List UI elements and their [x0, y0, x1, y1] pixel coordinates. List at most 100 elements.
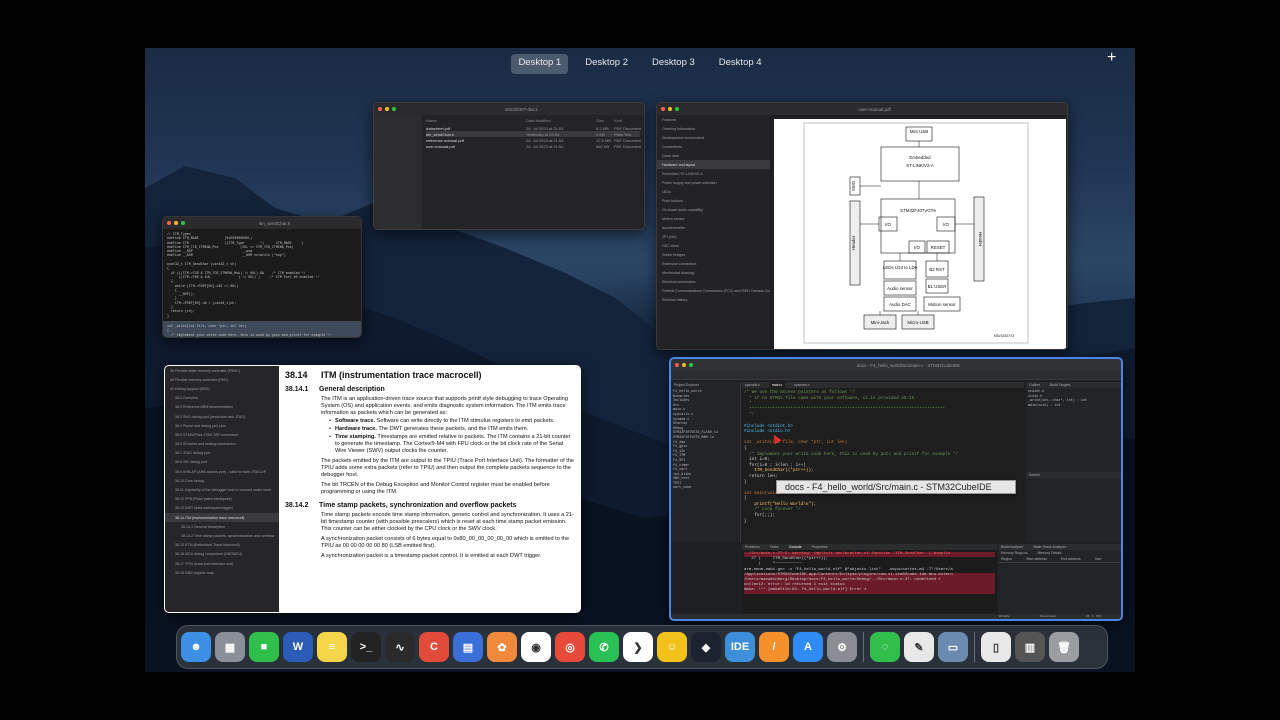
launchpad-icon[interactable]: ▦ [215, 632, 245, 662]
desktop-1-thumb[interactable]: Desktop 1 [511, 54, 569, 74]
tab-outline[interactable]: Outline [1026, 382, 1043, 388]
toc-item[interactable]: 38 Flexible static memory controller (FS… [165, 366, 279, 375]
document-icon[interactable]: ▯ [981, 632, 1011, 662]
chrome-icon[interactable]: ◎ [555, 632, 585, 662]
toc-item[interactable]: 38.12 FPB (Flash patch breakpoint) [165, 495, 279, 504]
desktop-4-thumb[interactable]: Desktop 4 [712, 54, 769, 74]
cyberduck-icon[interactable]: ☺ [657, 632, 687, 662]
toc-item[interactable]: 38.15 ETM (Embedded Trace Macrocell) [165, 541, 279, 550]
toc-item[interactable]: 38.9 AHB-AP (AHB access port) - valid fo… [165, 467, 279, 476]
zoom-icon[interactable] [181, 221, 185, 225]
toc-item[interactable]: Extension connectors [657, 259, 770, 268]
toc-item[interactable]: Push buttons [657, 196, 770, 205]
toc-item[interactable]: LEDs [657, 187, 770, 196]
header-file-code[interactable]: // ITM_Types #define ITM_BASE (0xE000000… [163, 229, 361, 321]
toc-item[interactable]: Embedded ST-LINK/V2-A [657, 169, 770, 178]
zoom-icon[interactable] [675, 107, 679, 111]
source-code[interactable]: /* We use the access pointers as follows… [742, 388, 1024, 524]
toc-item[interactable]: 38.14.2 Time stamp packets, synchronizat… [165, 531, 279, 540]
tab-search[interactable]: Search [1026, 472, 1121, 479]
finder-titlebar[interactable]: stm32f407-disc1 [374, 103, 644, 115]
cubemx-icon[interactable]: ◆ [691, 632, 721, 662]
selected-code-block[interactable]: int _write(int file, char *ptr, int len)… [163, 320, 361, 337]
tab-console[interactable]: Console [786, 544, 805, 550]
minimize-icon[interactable] [385, 107, 389, 111]
activity-monitor-icon[interactable]: ∿ [385, 632, 415, 662]
toc-item[interactable]: 38.1 Overview [165, 394, 279, 403]
toc-item[interactable]: 38.16 MCU debug component (DBGMCU) [165, 550, 279, 559]
toc-item[interactable]: Quick start [657, 151, 770, 160]
toc-item[interactable]: Ordering information [657, 124, 770, 133]
tab-properties[interactable]: Properties [809, 544, 831, 550]
toc-item[interactable]: 38.13 DWT (data watchpoint trigger) [165, 504, 279, 513]
tab-tasks[interactable]: Tasks [767, 544, 782, 550]
toc-item[interactable]: 38.4 Pinout and debug port pins [165, 421, 279, 430]
notes-icon[interactable]: ≡ [317, 632, 347, 662]
system-preferences-icon[interactable]: ⚙ [827, 632, 857, 662]
minimize-icon[interactable] [174, 221, 178, 225]
toc-item[interactable]: Electrical schematics [657, 277, 770, 286]
toc-item[interactable]: Development environment [657, 133, 770, 142]
toc-item[interactable]: 38.2 Reference ARM documentation [165, 403, 279, 412]
tab-problems[interactable]: Problems [742, 544, 763, 550]
close-icon[interactable] [167, 221, 171, 225]
toolbox-icon[interactable]: ▤ [453, 632, 483, 662]
project-explorer[interactable]: Project Explorer F4_hello_world Binaries… [671, 382, 741, 542]
facetime-icon[interactable]: ■ [249, 632, 279, 662]
sublime-icon[interactable]: / [759, 632, 789, 662]
toc-item[interactable]: 38.14.1 General description [165, 522, 279, 531]
add-desktop-button[interactable]: + [1107, 49, 1116, 67]
toc-item[interactable]: Features [657, 115, 770, 124]
desktop-3-thumb[interactable]: Desktop 3 [645, 54, 702, 74]
file-row[interactable]: user-manual.pdf 26. Jul 2023 at 21:52 660 … [426, 143, 641, 149]
ide-titlebar[interactable]: docs - F4_hello_world/Src/main.c - STM32… [671, 359, 1121, 371]
toc-item[interactable]: Mechanical drawing [657, 268, 770, 277]
project-tree[interactable]: F4_hello_world Binaries Includes Src mai… [671, 388, 740, 493]
toc-item[interactable]: On-board audio capability [657, 205, 770, 214]
close-icon[interactable] [661, 107, 665, 111]
close-icon[interactable] [378, 107, 382, 111]
tab-sysmem[interactable]: sysmem.c [791, 382, 813, 388]
trash-icon[interactable]: 🗑 [1049, 632, 1079, 662]
close-icon[interactable] [675, 363, 679, 367]
toc-item[interactable]: Solder bridges [657, 250, 770, 259]
terminal-icon[interactable]: >_ [351, 632, 381, 662]
ide-icon[interactable]: IDE [725, 632, 755, 662]
tab-syscalls[interactable]: syscalls.c [742, 382, 763, 388]
toc-item[interactable]: 38.5 STM32F4xx JTAG TAP connection [165, 430, 279, 439]
downloads-icon[interactable]: ▥ [1015, 632, 1045, 662]
toc-item[interactable]: OSC clock [657, 241, 770, 250]
toc-item[interactable]: JP1 (Idd) [657, 232, 770, 241]
finder-window[interactable]: stm32f407-disc1 Name Date Modified Size … [373, 102, 645, 230]
toc-item[interactable]: 40 Debug support (DBG) [165, 384, 279, 393]
console-panel[interactable]: Problems Tasks Console Properties ../Src… [742, 544, 997, 619]
messages-icon[interactable]: ◌ [870, 632, 900, 662]
preview-icon[interactable]: ▭ [938, 632, 968, 662]
ide-toolbar[interactable] [671, 371, 1121, 380]
toc-item[interactable]: 38.18 DBG register map [165, 568, 279, 577]
toc-item[interactable]: Hardware and layout [657, 160, 770, 169]
photos-icon[interactable]: ✿ [487, 632, 517, 662]
toc-item[interactable]: Conventions [657, 142, 770, 151]
reference-toc-sidebar[interactable]: 38 Flexible static memory controller (FS… [165, 366, 279, 612]
toc-item[interactable]: 38.8 SW debug port [165, 458, 279, 467]
whatsapp-icon[interactable]: ✆ [589, 632, 619, 662]
outline-panel[interactable]: Outline Build Targets stdint.h stdio.h _… [1026, 382, 1121, 542]
ccleaner-icon[interactable]: C [419, 632, 449, 662]
toc-item[interactable]: 38.10 Core debug [165, 476, 279, 485]
code-editor[interactable]: syscalls.c main.c sysmem.c /* We use the… [742, 382, 1024, 542]
toc-item[interactable]: Revision history [657, 295, 770, 304]
pdf-titlebar[interactable]: user-manual.pdf [657, 103, 1067, 115]
toc-item[interactable]: 38.11 Capability of the debugger host to… [165, 485, 279, 494]
vscode-icon[interactable]: ❯ [623, 632, 653, 662]
pdf-viewer-window[interactable]: user-manual.pdf Features Ordering informa… [656, 102, 1068, 350]
app-store-icon[interactable]: A [793, 632, 823, 662]
word-icon[interactable]: W [283, 632, 313, 662]
toc-item[interactable]: 38.14 ITM (instrumentation trace macroce… [165, 513, 279, 523]
finder-icon[interactable]: ☻ [181, 632, 211, 662]
textedit-icon[interactable]: ✎ [904, 632, 934, 662]
outline-list[interactable]: stdint.h stdio.h _write(int, char*, int)… [1026, 388, 1121, 410]
reference-manual-window[interactable]: 38 Flexible static memory controller (FS… [164, 365, 581, 613]
tab-main[interactable]: main.c [768, 382, 786, 388]
toc-item[interactable]: Accelerometer [657, 223, 770, 232]
